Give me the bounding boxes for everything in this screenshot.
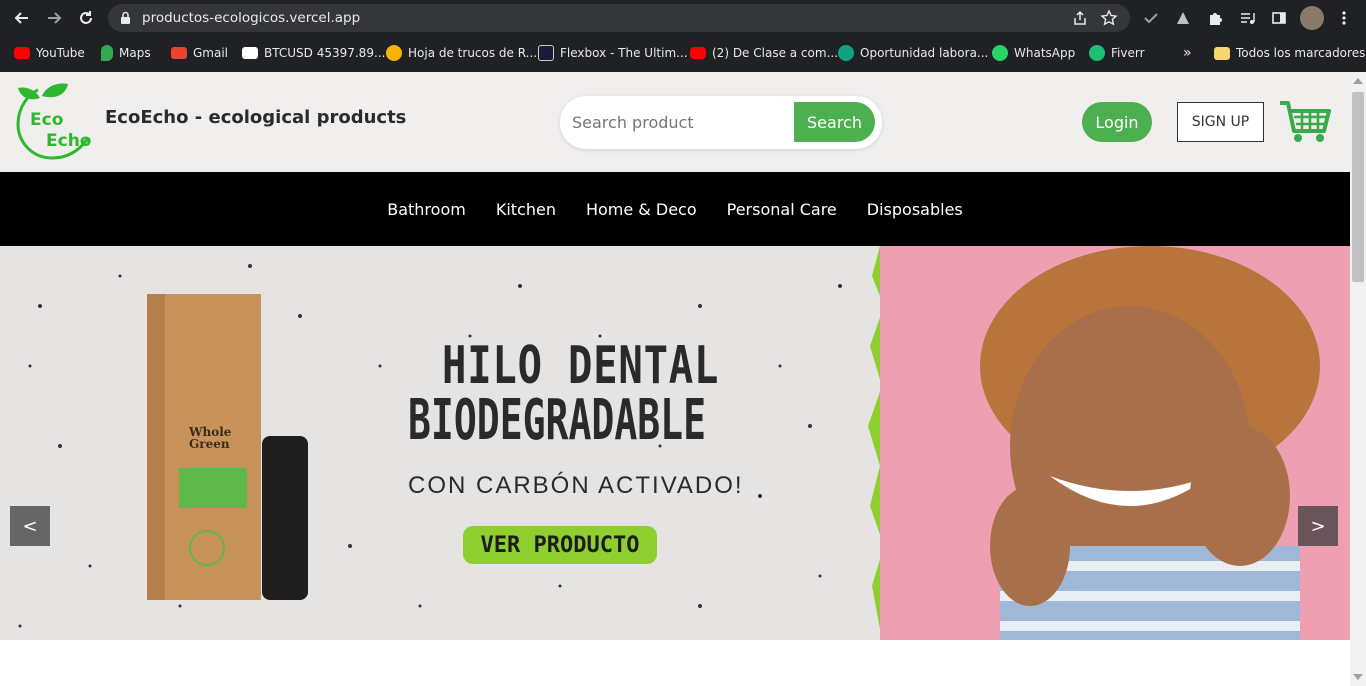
bookmark-icon <box>386 45 402 61</box>
page-scrollbar[interactable] <box>1350 72 1366 686</box>
bookmark-label: Fiverr <box>1111 46 1145 60</box>
back-icon[interactable] <box>10 6 34 30</box>
bookmark-label: Todos los marcadores <box>1236 46 1366 60</box>
carousel-prev-button[interactable]: < <box>10 506 50 546</box>
bookmark-gmail[interactable]: Gmail <box>171 45 228 61</box>
youtube-icon <box>14 47 30 59</box>
nav-home-deco[interactable]: Home & Deco <box>586 200 697 219</box>
nav-kitchen[interactable]: Kitchen <box>496 200 556 219</box>
forward-icon[interactable] <box>42 6 66 30</box>
youtube-icon <box>690 47 706 59</box>
reload-icon[interactable] <box>74 6 98 30</box>
kebab-menu-icon[interactable] <box>1334 8 1354 28</box>
bookmark-whatsapp[interactable]: WhatsApp <box>992 45 1075 61</box>
bookmark-label: Hoja de trucos de R... <box>408 46 538 60</box>
hero-product-panel: Whole Green HILO DENTAL BIODEGRADABLE CO… <box>0 246 890 640</box>
hero-carousel: Whole Green HILO DENTAL BIODEGRADABLE CO… <box>0 246 1350 640</box>
folder-icon <box>1214 46 1230 60</box>
bookmark-label: BTCUSD 45397.89... <box>264 46 386 60</box>
share-icon[interactable] <box>1072 10 1088 31</box>
scroll-down-icon[interactable] <box>1353 674 1363 680</box>
bookmarks-bar: YouTube Maps Gmail BTCUSD 45397.89... Ho… <box>0 38 1366 68</box>
bookmark-oportunidad[interactable]: Oportunidad labora... <box>838 45 988 61</box>
lock-icon <box>120 11 131 30</box>
nav-personal-care[interactable]: Personal Care <box>727 200 837 219</box>
bookmark-flexbox[interactable]: Flexbox - The Ultim... <box>538 45 688 61</box>
leaf-badge-icon <box>189 530 225 566</box>
address-bar[interactable]: productos-ecologicos.vercel.app <box>108 4 1130 32</box>
logo-text-echo: Echo <box>46 131 91 151</box>
hero-title-line2: BIODEGRADABLE <box>408 388 707 453</box>
bookmark-label: Gmail <box>193 46 229 60</box>
browser-toolbar: productos-ecologicos.vercel.app <box>0 0 1366 36</box>
bookmark-label: Flexbox - The Ultim... <box>560 46 688 60</box>
hero-title-line1: HILO DENTAL <box>442 336 720 396</box>
bookmark-fiverr[interactable]: Fiverr <box>1089 45 1145 61</box>
side-panel-icon[interactable] <box>1269 8 1289 28</box>
login-button[interactable]: Login <box>1082 102 1152 142</box>
search-form: Search <box>560 96 882 149</box>
puzzle-icon[interactable] <box>1205 8 1225 28</box>
scrollbar-thumb[interactable] <box>1352 92 1364 282</box>
gmail-icon <box>171 47 187 59</box>
bookmark-btcusd[interactable]: BTCUSD 45397.89... <box>242 45 385 61</box>
maps-icon <box>101 45 113 61</box>
product-box-brand: Whole Green <box>189 425 232 451</box>
shopping-cart-icon[interactable] <box>1278 100 1332 144</box>
product-box-image: Whole Green <box>165 294 261 600</box>
nav-disposables[interactable]: Disposables <box>867 200 963 219</box>
bookmark-label: YouTube <box>36 46 85 60</box>
bookmark-label: (2) De Clase a com... <box>712 46 839 60</box>
signup-button[interactable]: SIGN UP <box>1177 102 1264 142</box>
whatsapp-icon <box>992 45 1008 61</box>
brand-name: EcoEcho - ecological products <box>105 107 407 128</box>
bookmark-youtube[interactable]: YouTube <box>14 45 85 61</box>
category-nav: Bathroom Kitchen Home & Deco Personal Ca… <box>0 172 1350 246</box>
woman-flossing-illustration <box>980 246 1320 640</box>
product-box-label <box>179 468 247 508</box>
carousel-next-button[interactable]: > <box>1298 506 1338 546</box>
site-header: Eco Echo EcoEcho - ecological products S… <box>0 72 1350 172</box>
profile-avatar[interactable] <box>1300 6 1324 30</box>
openai-icon <box>838 45 854 61</box>
bookmark-maps[interactable]: Maps <box>101 45 151 61</box>
fiverr-icon <box>1089 45 1105 61</box>
bookmark-de-clase[interactable]: (2) De Clase a com... <box>690 45 838 61</box>
web-page: Eco Echo EcoEcho - ecological products S… <box>0 72 1350 686</box>
hero-subtitle: CON CARBÓN ACTIVADO! <box>408 472 744 499</box>
view-product-button[interactable]: VER PRODUCTO <box>463 526 657 564</box>
bookmark-label: Maps <box>119 46 151 60</box>
all-bookmarks-folder[interactable]: Todos los marcadores <box>1214 45 1365 61</box>
bookmark-cheatsheet[interactable]: Hoja de trucos de R... <box>386 45 537 61</box>
bookmarks-overflow-button[interactable]: » <box>1183 45 1192 61</box>
logo-text-eco: Eco <box>30 110 63 130</box>
floss-spool-image <box>262 436 308 600</box>
scroll-up-icon[interactable] <box>1353 78 1363 84</box>
bookmark-label: Oportunidad labora... <box>860 46 989 60</box>
triangle-extension-icon[interactable] <box>1173 8 1193 28</box>
star-icon[interactable] <box>1100 9 1118 32</box>
check-extension-icon[interactable] <box>1141 8 1161 28</box>
url-text: productos-ecologicos.vercel.app <box>142 10 361 26</box>
bookmark-label: WhatsApp <box>1014 46 1076 60</box>
ecoecho-logo[interactable]: Eco Echo <box>8 80 92 164</box>
hero-model-photo <box>880 246 1350 640</box>
nav-bathroom[interactable]: Bathroom <box>387 200 466 219</box>
browser-chrome: productos-ecologicos.vercel.app YouTube … <box>0 0 1366 72</box>
tradingview-icon <box>242 47 258 59</box>
bookmark-icon <box>538 45 554 61</box>
search-button[interactable]: Search <box>794 102 875 142</box>
search-input[interactable] <box>572 106 792 139</box>
media-control-icon[interactable] <box>1237 8 1257 28</box>
